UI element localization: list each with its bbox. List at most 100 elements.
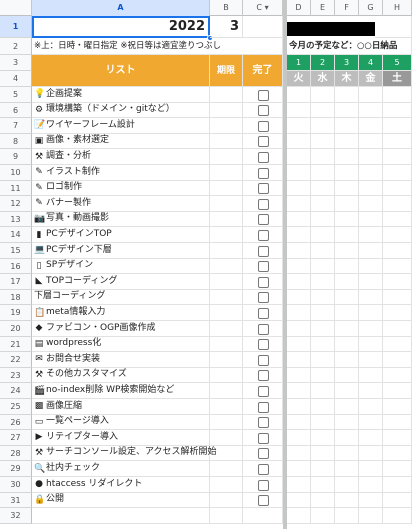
task-item[interactable]: ✉ お問合せ実装: [32, 352, 210, 368]
day-cell[interactable]: [383, 445, 412, 462]
day-cell[interactable]: [359, 196, 383, 212]
row-number[interactable]: 29: [0, 461, 32, 477]
day-cell[interactable]: [383, 477, 412, 493]
day-cell[interactable]: [311, 243, 335, 259]
day-cell[interactable]: [335, 289, 359, 306]
row-number[interactable]: 15: [0, 243, 32, 259]
day-cell[interactable]: [287, 227, 311, 243]
empty-cell[interactable]: [32, 508, 210, 524]
day-cell[interactable]: [359, 399, 383, 415]
row-number[interactable]: 26: [0, 414, 32, 431]
day-cell[interactable]: [335, 118, 359, 134]
day-cell[interactable]: [311, 289, 335, 306]
task-item[interactable]: 📷 写真・動画撮影: [32, 211, 210, 228]
day-cell[interactable]: [359, 477, 383, 493]
day-cell[interactable]: [311, 87, 335, 103]
day-cell[interactable]: [359, 445, 383, 462]
day-cell[interactable]: [383, 321, 412, 337]
day-cell[interactable]: [383, 196, 412, 212]
task-item[interactable]: 📝 ワイヤーフレーム設計: [32, 118, 210, 134]
row-number[interactable]: 32: [0, 508, 32, 524]
day-cell[interactable]: [287, 118, 311, 134]
empty-cell[interactable]: [287, 508, 311, 524]
day-cell[interactable]: [311, 258, 335, 275]
day-cell[interactable]: [335, 321, 359, 337]
deadline-cell[interactable]: [210, 445, 243, 462]
task-item[interactable]: ▮ PCデザインTOP: [32, 227, 210, 243]
row-number[interactable]: 12: [0, 196, 32, 212]
done-checkbox[interactable]: [258, 120, 269, 132]
day-cell[interactable]: [335, 352, 359, 368]
day-cell[interactable]: [359, 274, 383, 290]
done-checkbox[interactable]: [258, 167, 269, 179]
day-cell[interactable]: [359, 305, 383, 321]
day-cell[interactable]: [287, 336, 311, 353]
row-number[interactable]: 21: [0, 336, 32, 353]
day-cell[interactable]: [359, 211, 383, 228]
day-cell[interactable]: [287, 165, 311, 181]
task-item[interactable]: ✎ ロゴ制作: [32, 180, 210, 197]
column-header-f[interactable]: F: [335, 0, 359, 16]
day-cell[interactable]: [311, 305, 335, 321]
task-item[interactable]: 🔍 社内チェック: [32, 461, 210, 477]
empty-cell[interactable]: [359, 508, 383, 524]
day-cell[interactable]: [335, 430, 359, 446]
day-cell[interactable]: [287, 289, 311, 306]
task-item[interactable]: 💡 企画提案: [32, 87, 210, 103]
task-item[interactable]: ✎ イラスト制作: [32, 165, 210, 181]
day-cell[interactable]: [311, 227, 335, 243]
day-cell[interactable]: [311, 414, 335, 431]
task-item[interactable]: ⚒ サーチコンソール設定、アクセス解析開始: [32, 445, 217, 462]
row-number[interactable]: 3: [0, 55, 32, 71]
day-cell[interactable]: [383, 399, 412, 415]
deadline-cell[interactable]: [210, 430, 243, 446]
deadline-cell[interactable]: [210, 149, 243, 165]
done-checkbox[interactable]: [258, 151, 269, 163]
row-number[interactable]: 17: [0, 274, 32, 290]
deadline-cell[interactable]: [210, 180, 243, 197]
done-checkbox[interactable]: [258, 89, 269, 101]
row-number[interactable]: 14: [0, 227, 32, 243]
day-cell[interactable]: [359, 258, 383, 275]
day-cell[interactable]: [335, 414, 359, 431]
done-checkbox[interactable]: [258, 339, 269, 351]
day-cell[interactable]: [359, 102, 383, 119]
row-number[interactable]: 6: [0, 102, 32, 119]
day-cell[interactable]: [383, 289, 412, 306]
day-cell[interactable]: [359, 414, 383, 431]
day-cell[interactable]: [383, 383, 412, 399]
day-cell[interactable]: [311, 118, 335, 134]
day-cell[interactable]: [311, 196, 335, 212]
day-cell[interactable]: [287, 149, 311, 165]
deadline-cell[interactable]: [210, 87, 243, 103]
day-cell[interactable]: [359, 243, 383, 259]
day-cell[interactable]: [335, 149, 359, 165]
done-checkbox[interactable]: [258, 307, 269, 319]
day-cell[interactable]: [335, 367, 359, 384]
day-cell[interactable]: [335, 165, 359, 181]
done-checkbox[interactable]: [258, 323, 269, 335]
row1-c-cell[interactable]: [243, 16, 283, 38]
deadline-cell[interactable]: [210, 477, 243, 493]
day-cell[interactable]: [335, 336, 359, 353]
day-cell[interactable]: [311, 430, 335, 446]
done-checkbox[interactable]: [258, 385, 269, 397]
row-number[interactable]: 23: [0, 367, 32, 384]
day-cell[interactable]: [383, 492, 412, 509]
day-cell[interactable]: [383, 336, 412, 353]
day-cell[interactable]: [311, 367, 335, 384]
day-cell[interactable]: [359, 430, 383, 446]
row-number[interactable]: 10: [0, 165, 32, 181]
day-cell[interactable]: [359, 180, 383, 197]
day-cell[interactable]: [335, 445, 359, 462]
deadline-cell[interactable]: [210, 289, 243, 306]
row-number[interactable]: 2: [0, 38, 32, 55]
day-cell[interactable]: [311, 461, 335, 477]
day-cell[interactable]: [311, 274, 335, 290]
row-number[interactable]: 24: [0, 383, 32, 399]
deadline-cell[interactable]: [210, 399, 243, 415]
frozen-column-divider[interactable]: [283, 0, 287, 529]
day-cell[interactable]: [335, 274, 359, 290]
day-cell[interactable]: [311, 445, 335, 462]
day-cell[interactable]: [359, 133, 383, 150]
